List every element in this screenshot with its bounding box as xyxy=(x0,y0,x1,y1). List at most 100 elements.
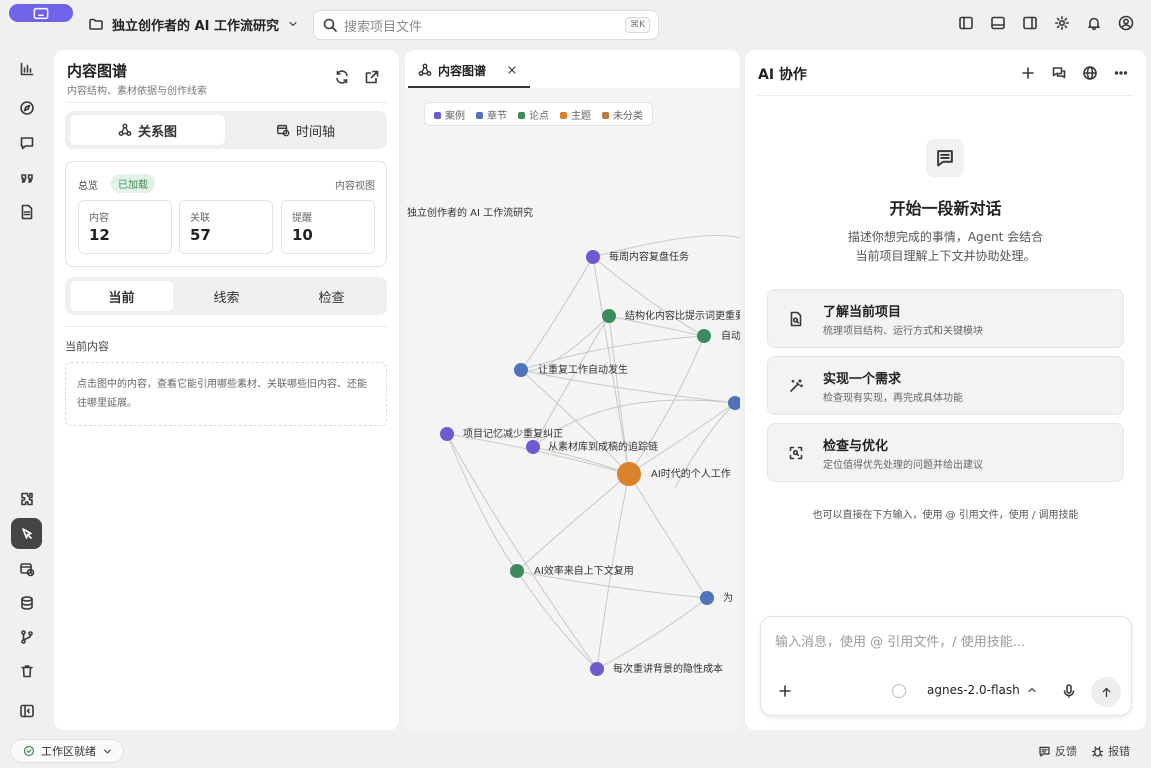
panel-title: 内容图谱 xyxy=(67,62,128,80)
draw-tool-button[interactable] xyxy=(11,518,42,549)
divider xyxy=(757,95,1134,96)
chart-icon[interactable] xyxy=(16,58,38,80)
workspace-status[interactable]: 工作区就绪 xyxy=(10,739,124,763)
window-icon xyxy=(33,7,49,19)
bell-icon[interactable] xyxy=(1083,12,1105,34)
tab-timeline[interactable]: 时间轴 xyxy=(229,115,382,145)
svg-text:自动: 自动 xyxy=(721,329,740,342)
gear-icon[interactable] xyxy=(1051,12,1073,34)
tab-check[interactable]: 检查 xyxy=(280,281,383,311)
graph-canvas[interactable]: 每周内容复盘任务 结构化内容比提示词更重要 自动 让重复工作自动发生 项目记忆减… xyxy=(405,88,740,730)
model-selector[interactable]: agnes-2.0-flash xyxy=(927,683,1038,697)
attach-plus-icon[interactable] xyxy=(776,682,794,700)
graph-node[interactable]: 自动 xyxy=(697,329,740,343)
empty-hint: 点击图中的内容，查看它能引用哪些素材、关联哪些旧内容、还能往哪里延展。 xyxy=(65,362,387,426)
status-bar: 工作区就绪 反馈 报错 xyxy=(0,734,1151,768)
graph-node[interactable]: 独立创作者的 AI 工作流研究 xyxy=(407,206,533,219)
stat-content: 内容 12 xyxy=(78,200,172,254)
tab-clues[interactable]: 线索 xyxy=(175,281,278,311)
project-selector[interactable]: 独立创作者的 AI 工作流研究 xyxy=(88,14,299,34)
graph-node[interactable]: 为 xyxy=(700,591,733,605)
calendar-clock-icon[interactable] xyxy=(16,558,38,580)
message-square-icon xyxy=(935,148,955,168)
arrow-up-icon xyxy=(1102,687,1110,697)
microphone-icon[interactable] xyxy=(1060,682,1078,700)
graph-node[interactable]: AI效率来自上下文复用 xyxy=(510,564,634,578)
svg-text:项目记忆减少重复纠正: 项目记忆减少重复纠正 xyxy=(463,427,563,440)
svg-text:独立创作者的 AI 工作流研究: 独立创作者的 AI 工作流研究 xyxy=(407,206,533,219)
collapse-sidebar-icon[interactable] xyxy=(16,700,38,722)
graph-node[interactable]: 每周内容复盘任务 xyxy=(586,250,689,264)
stat-label: 内容 xyxy=(89,213,109,224)
graph-node[interactable]: 让重复工作自动发生 xyxy=(514,363,628,377)
suggestion-implement-feature[interactable]: 实现一个需求 检查现有实现，再完成具体功能 xyxy=(767,356,1124,415)
feedback-icon xyxy=(1038,745,1051,758)
overview-label: 总览 xyxy=(78,181,98,192)
graph-icon xyxy=(418,63,432,77)
suggestion-desc: 检查现有实现，再完成具体功能 xyxy=(823,393,963,404)
chevron-up-icon xyxy=(1026,684,1038,696)
svg-text:结构化内容比提示词更重要: 结构化内容比提示词更重要 xyxy=(625,309,740,322)
content-graph-panel: 内容图谱 内容结构、素材依据与创作线索 关系图 时间轴 总览 已加载 内容视图 … xyxy=(54,50,399,730)
graph-node[interactable]: 结构化内容比提示词更重要 xyxy=(602,309,740,323)
graph-panel: 内容图谱 案例 章节 论点 主题 未分类 每周内容复盘任务 结构化内容比提示词更… xyxy=(405,50,740,730)
layout-controls xyxy=(955,12,1137,34)
globe-icon[interactable] xyxy=(1079,62,1100,83)
svg-text:每周内容复盘任务: 每周内容复盘任务 xyxy=(609,250,689,263)
view-switch: 关系图 时间轴 xyxy=(65,111,387,149)
svg-text:AI效率来自上下文复用: AI效率来自上下文复用 xyxy=(534,564,634,577)
toggle-right-sidebar-icon[interactable] xyxy=(1019,12,1041,34)
message-input[interactable]: 输入消息，使用 @ 引用文件，/ 使用技能... xyxy=(775,631,1025,650)
content-view-link[interactable]: 内容视图 xyxy=(335,177,375,192)
more-icon[interactable] xyxy=(1110,62,1131,83)
chat-history-icon[interactable] xyxy=(1048,62,1069,83)
ai-collab-panel: AI 协作 开始一段新对话 描述你想完成的事情，Agent 会结合 当前项目理解… xyxy=(745,50,1146,730)
graph-icon xyxy=(118,123,132,137)
report-bug-button[interactable]: 报错 xyxy=(1091,743,1130,759)
folder-icon xyxy=(88,16,104,32)
workspace-status-label: 工作区就绪 xyxy=(41,745,96,758)
trash-icon[interactable] xyxy=(16,660,38,682)
magic-wand-icon xyxy=(786,376,806,396)
graph-node[interactable]: 每次重讲背景的隐性成本 xyxy=(590,662,723,676)
plus-icon[interactable] xyxy=(1017,62,1038,83)
svg-text:AI时代的个人工作: AI时代的个人工作 xyxy=(651,467,731,480)
send-button[interactable] xyxy=(1091,677,1121,707)
git-branch-icon[interactable] xyxy=(16,626,38,648)
refresh-icon[interactable] xyxy=(332,67,352,87)
suggestion-title: 检查与优化 xyxy=(823,439,889,454)
footer-hint: 也可以直接在下方输入，使用 @ 引用文件，使用 / 调用技能 xyxy=(812,510,1079,521)
chevron-down-icon xyxy=(287,18,299,30)
file-search-icon xyxy=(786,309,806,329)
external-link-icon[interactable] xyxy=(362,67,382,87)
overview-card: 总览 已加载 内容视图 内容 12 关联 57 提醒 10 xyxy=(65,161,387,267)
toggle-bottom-panel-icon[interactable] xyxy=(987,12,1009,34)
tab-content-graph[interactable]: 内容图谱 xyxy=(408,54,530,88)
search-shortcut: ⌘K xyxy=(625,17,650,33)
graph-nodes[interactable]: 每周内容复盘任务 结构化内容比提示词更重要 自动 让重复工作自动发生 项目记忆减… xyxy=(407,206,740,676)
user-avatar-icon[interactable] xyxy=(1115,12,1137,34)
quote-icon[interactable] xyxy=(16,167,38,189)
suggestion-understand-project[interactable]: 了解当前项目 梳理项目结构、运行方式和关键模块 xyxy=(767,289,1124,348)
stat-label: 关联 xyxy=(190,213,210,224)
compass-icon[interactable] xyxy=(16,97,38,119)
app-menu-button[interactable] xyxy=(9,4,73,22)
search-input[interactable]: 搜索项目文件 ⌘K xyxy=(313,10,659,40)
empty-desc-line-1: 描述你想完成的事情，Agent 会结合 xyxy=(847,230,1044,244)
svg-text:为: 为 xyxy=(723,592,733,604)
tab-current[interactable]: 当前 xyxy=(70,281,173,311)
graph-node[interactable]: AI时代的个人工作 xyxy=(617,462,731,486)
stat-value: 10 xyxy=(292,226,313,244)
puzzle-icon[interactable] xyxy=(16,488,38,510)
toggle-left-sidebar-icon[interactable] xyxy=(955,12,977,34)
chat-icon[interactable] xyxy=(16,132,38,154)
svg-text:每次重讲背景的隐性成本: 每次重讲背景的隐性成本 xyxy=(613,662,723,675)
feedback-button[interactable]: 反馈 xyxy=(1038,743,1077,759)
document-icon[interactable] xyxy=(16,201,38,223)
graph-node[interactable]: 项目记忆减少重复纠正 xyxy=(440,427,563,441)
graph-node[interactable]: 从素材库到成稿的追踪链 xyxy=(526,440,658,454)
database-icon[interactable] xyxy=(16,592,38,614)
close-icon[interactable] xyxy=(506,64,518,76)
tab-relation-graph[interactable]: 关系图 xyxy=(70,115,225,145)
suggestion-check-optimize[interactable]: 检查与优化 定位值得优先处理的问题并给出建议 xyxy=(767,423,1124,482)
